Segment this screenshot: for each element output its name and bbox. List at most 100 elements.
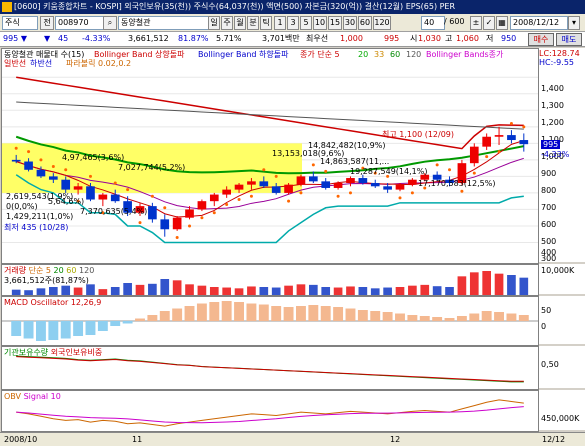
price-tick: 800: [541, 186, 557, 195]
macd-bar: [11, 321, 22, 336]
ma120-line: [16, 101, 524, 130]
macd-bar: [184, 306, 195, 321]
interval-60[interactable]: 60: [358, 16, 372, 30]
interval-1[interactable]: 1: [274, 16, 286, 30]
parabolic-dot: [522, 125, 526, 129]
candle-body: [49, 176, 58, 180]
volume-bar: [259, 287, 269, 295]
price-tick: 600: [541, 220, 557, 229]
stock-name-field[interactable]: 동양철관: [118, 16, 210, 30]
volume-bar: [61, 285, 71, 295]
vp-label-4: 4,97,465(3,6%): [62, 153, 125, 162]
date-label: 12/12: [542, 435, 566, 444]
parabolic-dot: [398, 196, 402, 200]
sell-button[interactable]: 매도: [556, 33, 582, 46]
buy-button[interactable]: 매수: [528, 33, 554, 46]
parabolic-dot: [237, 198, 241, 202]
price-chart-pane[interactable]: 동양철관 매물대 수(15) Bollinger Band 상향돌파 Bolli…: [1, 48, 539, 264]
parabolic-dot: [51, 164, 55, 168]
parabolic-dot: [126, 188, 130, 192]
stock-code-input[interactable]: 008970: [55, 16, 105, 30]
calendar-icon[interactable]: ▦: [496, 16, 508, 30]
volume-bar: [123, 283, 132, 295]
legend-upper-band: 일반선: [4, 59, 27, 68]
low-label: 저: [486, 34, 494, 43]
volume-bar: [395, 287, 405, 295]
macd-axis-tick: 50: [541, 306, 552, 315]
count-input[interactable]: 40: [421, 16, 445, 30]
parabolic-dot: [460, 189, 464, 193]
high-annotation: 최고 1,100 (12/09): [382, 130, 455, 139]
all-button[interactable]: 전: [40, 16, 54, 30]
turnover-rate: 5.71%: [216, 34, 242, 43]
market-select[interactable]: 주식: [2, 16, 38, 30]
candle-body: [408, 179, 417, 185]
legend-volume-profile: 동양철관 매물대 수(15): [4, 50, 85, 59]
macd-bar: [221, 301, 232, 321]
parabolic-dot: [274, 174, 278, 178]
volume-bar: [49, 287, 58, 295]
candle-body: [209, 194, 219, 202]
parabolic-dot: [485, 155, 489, 159]
search-icon[interactable]: ⌕: [103, 16, 117, 30]
volume-bar: [209, 287, 219, 295]
macd-bar: [395, 313, 405, 321]
period-tick[interactable]: 틱: [260, 16, 272, 30]
current-price-marker: 995: [541, 140, 561, 149]
period-week[interactable]: 주: [221, 16, 233, 30]
interval-10[interactable]: 10: [313, 16, 327, 30]
current-change-pct: -4.33%: [541, 150, 570, 159]
foreign-pane[interactable]: 기관보유수량 외국인보유비중: [1, 346, 539, 390]
volume-bar: [358, 287, 368, 295]
vp-label-3: 14,863,587(11,...: [320, 157, 390, 166]
macd-bar: [370, 311, 381, 321]
candle-body: [185, 209, 194, 218]
zoom-icon[interactable]: ±: [470, 16, 482, 30]
volume-pane[interactable]: 거래량 단순 5 20 60 120 3,661,512주(81,87%): [1, 264, 539, 296]
interval-5[interactable]: 5: [300, 16, 312, 30]
period-minute[interactable]: 분: [247, 16, 259, 30]
interval-15[interactable]: 15: [328, 16, 342, 30]
parabolic-dot: [175, 236, 179, 240]
volume-bar: [98, 289, 108, 295]
candle-body: [148, 206, 157, 220]
legend-ma60: 60: [390, 50, 401, 59]
candle-body: [11, 159, 21, 162]
candle-body: [24, 161, 33, 170]
parabolic-dot: [311, 163, 315, 167]
candle-body: [234, 184, 244, 190]
interval-30[interactable]: 30: [343, 16, 357, 30]
toolbar: 주식 전 008970 ⌕ 동양철관 일 주 월 분 틱 1 3 5 10 15…: [0, 14, 585, 32]
parabolic-dot: [448, 168, 452, 172]
priority-label: 최우선: [306, 34, 329, 43]
obv-pane[interactable]: OBV Signal 10: [1, 390, 539, 432]
macd-bar: [110, 321, 121, 326]
parabolic-dot: [27, 150, 31, 154]
change-arrow-icon: ▼: [44, 34, 51, 43]
volume-bar: [408, 285, 417, 295]
candle-body: [98, 194, 108, 200]
macd-pane[interactable]: MACD Oscillator 12,26,9: [1, 296, 539, 346]
date-input[interactable]: 2008/12/12: [510, 16, 568, 30]
price-tick: 300: [541, 254, 557, 262]
candle-body: [370, 183, 380, 187]
vp-label-10: 7,370,635(5,4%): [80, 207, 148, 216]
legend-ma33: 33: [374, 50, 385, 59]
volume-bar: [11, 289, 21, 295]
candle-body: [61, 179, 71, 190]
period-month[interactable]: 월: [234, 16, 246, 30]
macd-bar: [456, 316, 467, 321]
period-day[interactable]: 일: [208, 16, 220, 30]
macd-axis: 50 0: [538, 296, 585, 344]
volume-bar: [110, 287, 120, 295]
calendar-dropdown-icon[interactable]: ▾: [568, 16, 580, 30]
legend-bb-down: Bollinger Band 하향돌파: [198, 50, 289, 59]
interval-120[interactable]: 120: [373, 16, 391, 30]
volume-bar: [370, 288, 380, 295]
check-icon[interactable]: ✓: [483, 16, 495, 30]
legend-lower-band: 하반선: [30, 59, 53, 68]
volume-ratio: 81.87%: [178, 34, 209, 43]
price-tick: 700: [541, 203, 557, 212]
interval-3[interactable]: 3: [287, 16, 299, 30]
total-count: / 600: [444, 17, 465, 26]
